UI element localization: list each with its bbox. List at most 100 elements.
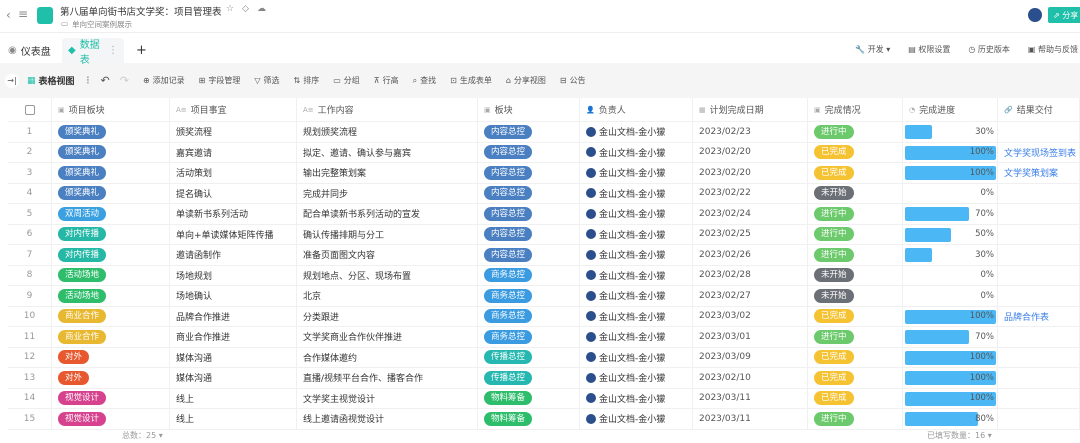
star-icon[interactable]: ☆ [226,4,234,14]
section-cell: 内容总控 [478,224,580,244]
form-button[interactable]: ⊡ 生成表单 [450,75,492,86]
status-tag: 已完成 [814,145,854,160]
section-cell: 商务总控 [478,306,580,326]
table-row[interactable]: 12 对外 媒体沟通 合作媒体邀约 传播总控 金山文档-金小獴 2023/03/09 已完成 1… [8,347,1080,368]
block-tag: 商业合作 [58,329,107,344]
add-record-button[interactable]: ⊕ 添加记录 [143,75,185,86]
table-row[interactable]: 6 对内传播 单向+单读媒体矩阵传播 确认传播排期与分工 内容总控 金山文档-金小獴 202… [8,224,1080,245]
share-view-button[interactable]: ⌂ 分享视图 [506,75,546,86]
notice-button[interactable]: ⊟ 公告 [560,75,586,86]
item-text: 线上 [176,394,195,405]
more-icon[interactable]: ⋮ [108,45,118,56]
filter-button[interactable]: ▽ 筛选 [254,75,279,86]
table-row[interactable]: 1 颁奖典礼 颁奖流程 规划颁奖流程 内容总控 金山文档-金小獴 2023/02/23 进行中… [8,122,1080,143]
column-header[interactable]: 🔗 结果交付 [998,98,1080,121]
share-button[interactable]: ⇗ 分享 [1048,7,1080,23]
select-all-checkbox[interactable] [24,104,35,115]
block-cell: 视觉设计 [52,388,170,408]
find-button[interactable]: ⌕ 查找 [413,75,436,86]
label: 查找 [420,76,437,85]
help-button[interactable]: ▣ 帮助与反馈 [1028,44,1078,55]
column-header[interactable]: ◔ 完成进度 [903,98,998,121]
add-tab-button[interactable]: + [130,38,153,63]
row-number: 4 [8,183,52,203]
result-link[interactable]: 文学奖现场签到表 [1004,146,1076,159]
collapse-sidebar-button[interactable]: →| [5,73,19,88]
sort-button[interactable]: ⇅ 排序 [294,75,320,86]
table-row[interactable]: 2 颁奖典礼 嘉宾邀请 拟定、邀请、确认参与嘉宾 内容总控 金山文档-金小獴 2023/02… [8,142,1080,163]
table-row[interactable]: 4 颁奖典礼 提名确认 完成并同步 内容总控 金山文档-金小獴 2023/02/22 未开始 0… [8,183,1080,204]
section-tag: 商务总控 [484,268,533,283]
owner-cell: 金山文档-金小獴 [580,388,693,408]
status-cell: 进行中 [808,224,903,244]
tag-icon[interactable]: ◇ [242,4,249,14]
result-cell [998,245,1080,265]
group-button[interactable]: ▭ 分组 [333,75,360,86]
date-text: 2023/02/23 [699,126,751,137]
total-count[interactable]: 总数：25 ▾ [122,430,163,441]
table-row[interactable]: 15 视觉设计 线上 线上邀请函视觉设计 物料筹备 金山文档-金小獴 2023/03/11 进… [8,409,1080,430]
permission-button[interactable]: ▤ 权限设置 [908,44,950,55]
work-cell: 北京 [297,286,478,306]
menu-icon[interactable]: ≡ [18,7,28,21]
section-tag: 商务总控 [484,329,533,344]
column-header[interactable]: ▣ 项目板块 [52,98,170,121]
table-row[interactable]: 14 视觉设计 线上 文学奖主视觉设计 物料筹备 金山文档-金小獴 2023/03/11 已完… [8,388,1080,409]
column-header[interactable]: 👤 负责人 [580,98,693,121]
table-row[interactable]: 5 双周活动 单读新书系列活动 配合单读新书系列活动的宣发 内容总控 金山文档-金小獴 20… [8,204,1080,225]
dev-menu[interactable]: 🔧 开发 ▾ [855,44,890,55]
work-text: 直播/视频平台合作、播客合作 [303,374,424,385]
item-cell: 媒体沟通 [170,347,297,367]
more-icon[interactable]: ⋮ [84,76,93,86]
history-button[interactable]: ◷ 历史版本 [968,44,1010,55]
filled-count[interactable]: 已填写数量：16 ▾ [927,430,992,441]
owner-cell: 金山文档-金小獴 [580,306,693,326]
tab-dashboard[interactable]: ◉ 仪表盘 [2,38,57,63]
column-header[interactable]: A≡ 项目事宜 [170,98,297,121]
progress-cell: 0% [903,286,998,306]
tab-datasheet[interactable]: ◆ 数据表 ⋮ [62,38,124,66]
field-manage-button[interactable]: ⊞ 字段管理 [199,75,241,86]
tab-bar: ◉ 仪表盘 ◆ 数据表 ⋮ + 🔧 开发 ▾ ▤ 权限设置 ◷ 历史版本 ▣ 帮助与反… [0,34,1080,66]
row-number: 8 [8,265,52,285]
redo-button[interactable]: ↷ [120,74,129,87]
folder-path[interactable]: 单向空间案例展示 [72,19,132,30]
doc-title[interactable]: 第八届单向街书店文学奖：项目管理表 [60,4,222,18]
table-row[interactable]: 8 活动场地 场地规划 规划地点、分区、现场布置 商务总控 金山文档-金小獴 2023/02… [8,265,1080,286]
view-selector[interactable]: ▦ 表格视图 ⋮ [27,74,93,88]
section-cell: 内容总控 [478,245,580,265]
row-number-text: 9 [26,290,33,301]
result-link[interactable]: 文学奖策划案 [1004,166,1058,179]
status-cell: 未开始 [808,183,903,203]
status-cell: 未开始 [808,286,903,306]
item-text: 线上 [176,415,195,426]
work-text: 文学奖主视觉设计 [303,394,376,405]
table-row[interactable]: 3 颁奖典礼 活动策划 输出完整策划案 内容总控 金山文档-金小獴 2023/02/20 已完… [8,163,1080,184]
work-cell: 合作媒体邀约 [297,347,478,367]
label: 排序 [303,76,320,85]
cloud-icon[interactable]: ☁ [257,4,266,14]
column-header[interactable]: ▦ 计划完成日期 [693,98,808,121]
item-text: 单向+单读媒体矩阵传播 [176,230,274,241]
owner-avatar [586,393,596,404]
progress-cell: 50% [903,224,998,244]
owner-cell: 金山文档-金小獴 [580,204,693,224]
table-row[interactable]: 10 商业合作 品牌合作推进 分类跟进 商务总控 金山文档-金小獴 2023/03/02 已完… [8,306,1080,327]
owner-name: 金山文档-金小獴 [599,333,666,344]
table-row[interactable]: 9 活动场地 场地确认 北京 商务总控 金山文档-金小獴 2023/02/27 未开始 0% [8,286,1080,307]
row-height-button[interactable]: ⊼ 行高 [374,75,399,86]
label: 添加记录 [152,76,185,85]
progress-text: 80% [975,413,994,424]
work-text: 北京 [303,292,322,303]
avatar[interactable] [1028,8,1042,22]
undo-button[interactable]: ↶ [101,74,110,87]
table-row[interactable]: 11 商业合作 商业合作推进 文学奖商业合作伙伴推进 商务总控 金山文档-金小獴 2023/… [8,327,1080,348]
column-header[interactable]: ▣ 板块 [478,98,580,121]
table-row[interactable]: 13 对外 媒体沟通 直播/视频平台合作、播客合作 传播总控 金山文档-金小獴 2023/0… [8,368,1080,389]
column-header[interactable]: A≡ 工作内容 [297,98,478,121]
column-header[interactable]: ▣ 完成情况 [808,98,903,121]
back-icon[interactable]: ‹ [6,8,11,22]
owner-name: 金山文档-金小獴 [599,148,666,159]
result-link[interactable]: 品牌合作表 [1004,310,1049,323]
table-row[interactable]: 7 对内传播 邀请函制作 准备页面图文内容 内容总控 金山文档-金小獴 2023/02/26… [8,245,1080,266]
